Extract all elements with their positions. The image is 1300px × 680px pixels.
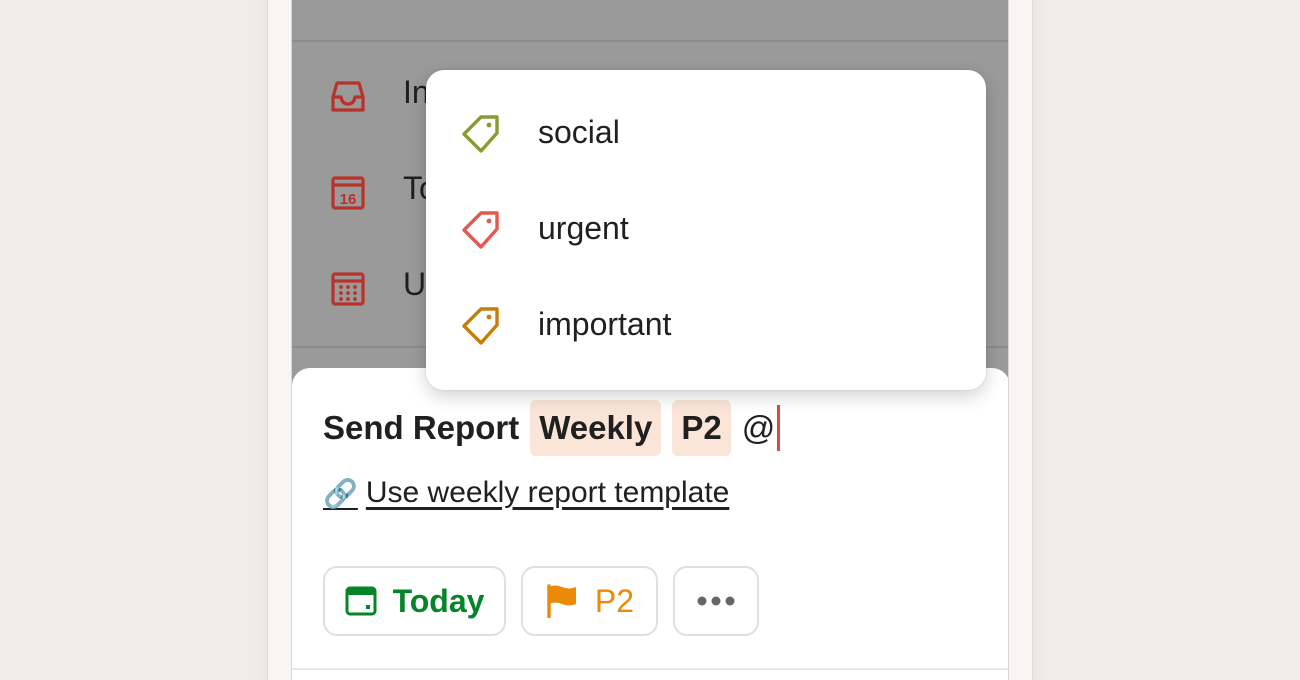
link-icon: 🔗	[323, 477, 358, 509]
label-option-social[interactable]: social	[426, 86, 986, 182]
task-input[interactable]: Send Report Weekly P2 @	[323, 400, 781, 456]
label-option-urgent[interactable]: urgent	[426, 182, 986, 278]
composer-divider	[292, 668, 1008, 670]
more-options-button[interactable]	[673, 566, 759, 636]
flag-icon	[547, 584, 576, 618]
task-composer: Send Report Weekly P2 @ 🔗 Use weekly rep…	[292, 368, 1008, 680]
recurrence-chip[interactable]: Weekly	[530, 400, 662, 456]
template-link-label: Use weekly report template	[365, 476, 730, 509]
tag-icon	[462, 115, 499, 153]
text-caret	[777, 405, 781, 451]
template-link[interactable]: 🔗 Use weekly report template	[323, 476, 729, 510]
task-title-text: Send Report	[323, 409, 520, 446]
due-date-label: Today	[392, 582, 485, 619]
label-option-text: urgent	[538, 210, 629, 246]
inbox-icon	[331, 81, 365, 112]
tag-icon	[462, 211, 499, 249]
label-option-text: important	[538, 306, 672, 342]
partial-icon	[332, 0, 372, 4]
svg-text:16: 16	[340, 191, 357, 208]
priority-button[interactable]: P2	[521, 566, 658, 636]
typed-mention-trigger: @	[741, 409, 776, 446]
label-suggestions-popup: social urgent important	[426, 70, 986, 390]
more-horizontal-icon	[697, 596, 735, 606]
label-option-text: social	[538, 114, 620, 150]
calendar-upcoming-icon	[331, 272, 365, 306]
tag-icon	[462, 307, 499, 345]
calendar-today-icon: 16	[331, 176, 365, 210]
label-option-important[interactable]: important	[426, 278, 986, 374]
priority-chip[interactable]: P2	[672, 400, 731, 456]
priority-label: P2	[594, 582, 635, 619]
calendar-icon	[345, 586, 377, 616]
due-date-button[interactable]: Today	[323, 566, 506, 636]
nav-divider	[292, 40, 1008, 42]
